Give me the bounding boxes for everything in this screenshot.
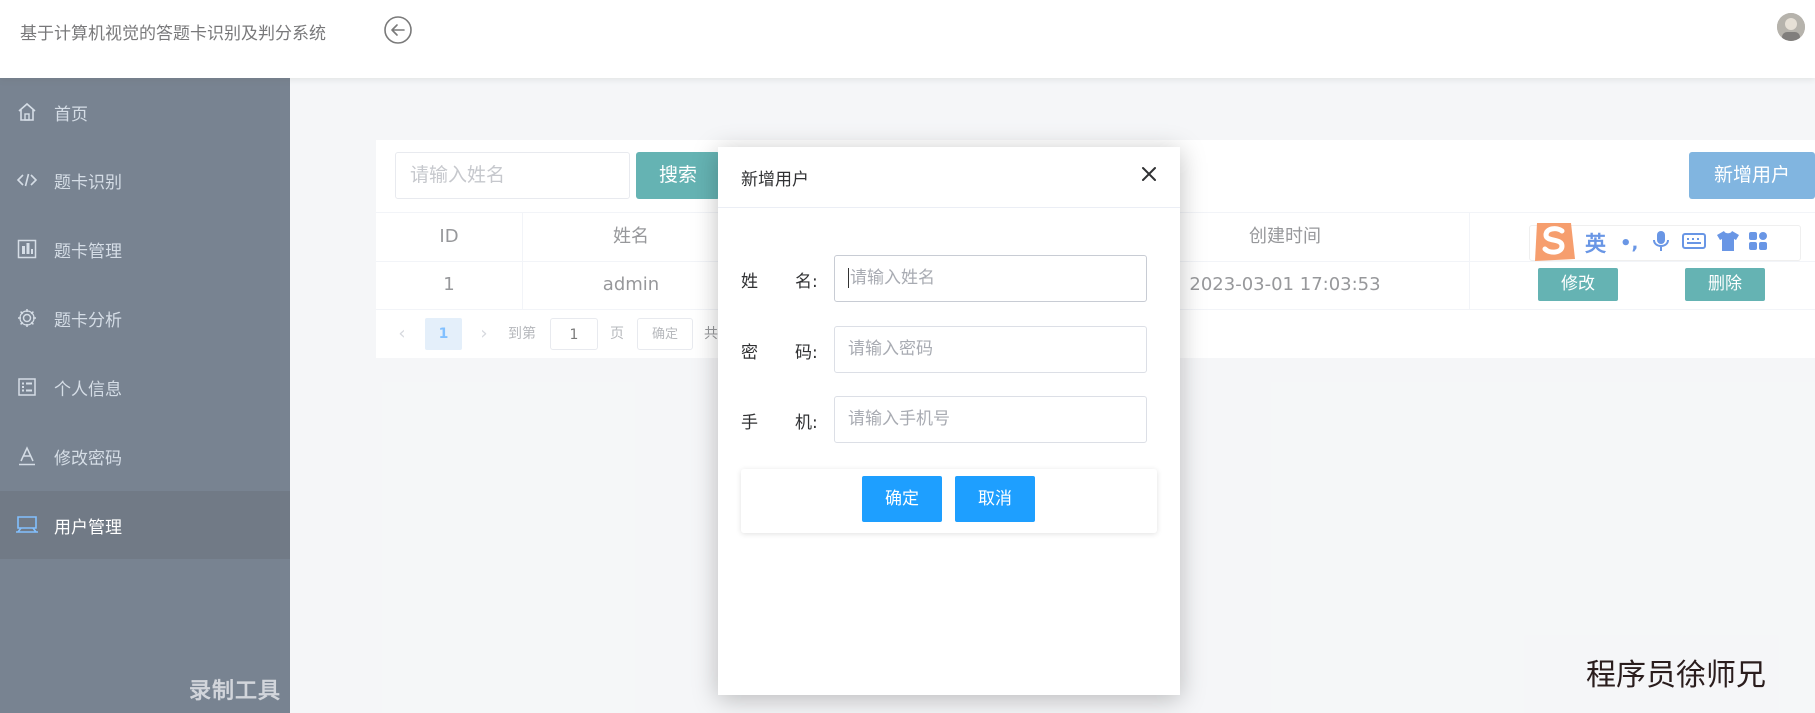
phone-field[interactable]: 请输入手机号 xyxy=(834,396,1147,443)
add-user-dialog: 新增用户 姓 名: 请输入姓名 密 码: 请输入密码 手 机: 请输入手机号 确… xyxy=(718,147,1180,695)
dialog-title: 新增用户 xyxy=(741,170,809,190)
author-watermark: 程序员徐师兄 xyxy=(1586,658,1766,693)
text-caret xyxy=(848,268,849,288)
label-char: 码: xyxy=(795,343,818,363)
close-icon[interactable] xyxy=(1138,163,1160,185)
label-char: 手 xyxy=(741,413,758,433)
label-char: 姓 xyxy=(741,272,758,292)
cancel-button[interactable]: 取消 xyxy=(955,476,1035,522)
dialog-footer xyxy=(741,469,1157,533)
dialog-header-divider xyxy=(718,207,1180,208)
password-field[interactable]: 请输入密码 xyxy=(834,326,1147,373)
label-char: 密 xyxy=(741,343,758,363)
label-char: 机: xyxy=(795,413,818,433)
name-field[interactable]: 请输入姓名 xyxy=(834,255,1147,302)
name-field-placeholder: 请输入姓名 xyxy=(850,268,935,288)
confirm-button[interactable]: 确定 xyxy=(862,476,942,522)
label-char: 名: xyxy=(795,272,818,292)
